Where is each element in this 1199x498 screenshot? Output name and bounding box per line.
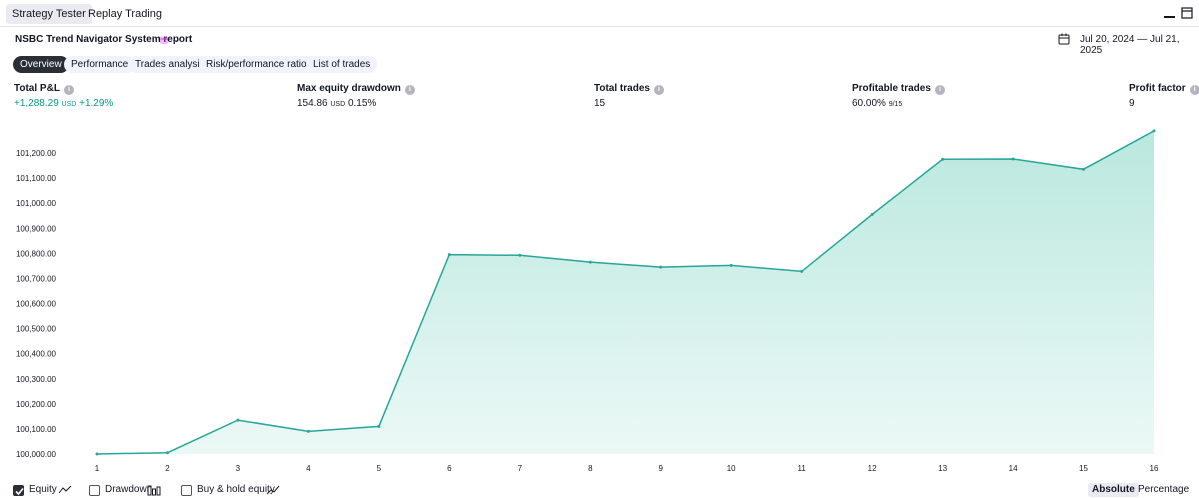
x-tick-label: 4 (306, 464, 311, 473)
profitable-trades-value: 60.00% 9/15 (852, 98, 903, 109)
tab-strategy-tester[interactable]: Strategy Tester (6, 4, 92, 24)
equity-chart[interactable]: 100,000.00 100,100.00 100,200.00 100,300.00… (0, 112, 1199, 478)
x-tick-label: 6 (447, 464, 452, 473)
buy-hold-legend-label: Buy & hold equity (197, 484, 275, 495)
minimize-icon[interactable] (1164, 16, 1175, 18)
chevron-down-icon[interactable]: ⌄ (171, 34, 179, 45)
y-tick-label: 100,000.00 (16, 450, 57, 459)
y-tick-label: 100,600.00 (16, 300, 57, 309)
y-tick-label: 101,200.00 (16, 149, 57, 158)
y-tick-label: 100,200.00 (16, 400, 57, 409)
info-icon[interactable]: i (404, 85, 415, 95)
x-tick-label: 11 (798, 464, 807, 473)
x-tick-label: 13 (938, 464, 947, 473)
equity-point[interactable] (1152, 129, 1156, 133)
equity-point[interactable] (447, 253, 451, 257)
equity-point[interactable] (659, 265, 663, 269)
x-tick-label: 16 (1150, 464, 1159, 473)
calendar-icon (160, 36, 168, 44)
profit-factor-value: 9 (1129, 98, 1135, 109)
max-drawdown-label: Max equity drawdown i (297, 83, 415, 95)
equity-point[interactable] (588, 260, 592, 264)
y-tick-label: 101,100.00 (16, 174, 57, 183)
total-pnl-value: +1,288.29 USD +1.29% (14, 98, 114, 109)
equity-point[interactable] (941, 157, 945, 161)
equity-point[interactable] (306, 429, 310, 433)
x-tick-label: 12 (868, 464, 877, 473)
equity-area (97, 130, 1154, 454)
drawdown-bars-icon (147, 485, 161, 496)
x-tick-label: 7 (518, 464, 523, 473)
date-calendar-icon[interactable] (1058, 33, 1070, 45)
equity-point[interactable] (166, 451, 169, 455)
y-tick-label: 101,000.00 (16, 199, 57, 208)
y-tick-label: 100,800.00 (16, 249, 57, 258)
percentage-toggle[interactable]: Percentage (1134, 483, 1193, 497)
equity-point[interactable] (870, 213, 874, 216)
equity-point[interactable] (800, 269, 804, 273)
x-tick-label: 8 (588, 464, 593, 473)
tab-list-of-trades[interactable]: List of trades (306, 56, 378, 73)
profitable-trades-label: Profitable trades i (852, 83, 945, 95)
absolute-toggle[interactable]: Absolute (1088, 483, 1139, 497)
buy-hold-checkbox[interactable] (181, 485, 192, 496)
y-tick-label: 100,300.00 (16, 375, 57, 384)
x-tick-label: 1 (95, 464, 100, 473)
x-tick-label: 10 (727, 464, 736, 473)
info-icon[interactable]: i (934, 85, 945, 95)
equity-line-icon (58, 485, 72, 494)
equity-legend-label: Equity (29, 484, 57, 495)
equity-point[interactable] (1082, 167, 1085, 171)
y-tick-label: 100,400.00 (16, 350, 57, 359)
x-tick-label: 14 (1009, 464, 1018, 473)
max-drawdown-value: 154.86 USD 0.15% (297, 98, 377, 109)
equity-point[interactable] (1011, 157, 1015, 161)
y-tick-label: 100,900.00 (16, 224, 57, 233)
top-bar: Strategy Tester Replay Trading (0, 0, 1199, 27)
y-tick-label: 100,100.00 (16, 425, 57, 434)
x-tick-label: 9 (658, 464, 663, 473)
tab-risk-performance-ratios[interactable]: Risk/performance ratios (199, 56, 319, 73)
equity-point[interactable] (729, 263, 733, 267)
x-tick-label: 2 (165, 464, 170, 473)
equity-checkbox[interactable] (13, 485, 24, 496)
y-tick-label: 100,700.00 (16, 274, 57, 283)
equity-point[interactable] (95, 452, 99, 456)
date-range[interactable]: Jul 20, 2024 — Jul 21, 2025 (1080, 34, 1199, 56)
drawdown-legend-label: Drawdown (105, 484, 153, 495)
x-tick-label: 5 (377, 464, 382, 473)
info-icon[interactable]: i (653, 85, 664, 95)
equity-point[interactable] (236, 418, 240, 422)
x-tick-label: 15 (1079, 464, 1088, 473)
info-icon[interactable]: i (1189, 85, 1199, 95)
tab-replay-trading[interactable]: Replay Trading (82, 4, 168, 24)
tab-overview[interactable]: Overview (13, 56, 69, 73)
total-pnl-label: Total P&L i (14, 83, 74, 95)
info-icon[interactable]: i (63, 85, 74, 95)
total-trades-value: 15 (594, 98, 606, 109)
equity-point[interactable] (518, 253, 522, 257)
collapse-icon[interactable] (1181, 7, 1193, 19)
profit-factor-label: Profit factor i (1129, 83, 1199, 95)
equity-point[interactable] (377, 424, 381, 428)
y-tick-label: 100,500.00 (16, 325, 57, 334)
x-tick-label: 3 (236, 464, 241, 473)
total-trades-label: Total trades i (594, 83, 664, 95)
tab-performance[interactable]: Performance (64, 56, 136, 73)
drawdown-checkbox[interactable] (89, 485, 100, 496)
buy-hold-line-icon (266, 485, 280, 495)
